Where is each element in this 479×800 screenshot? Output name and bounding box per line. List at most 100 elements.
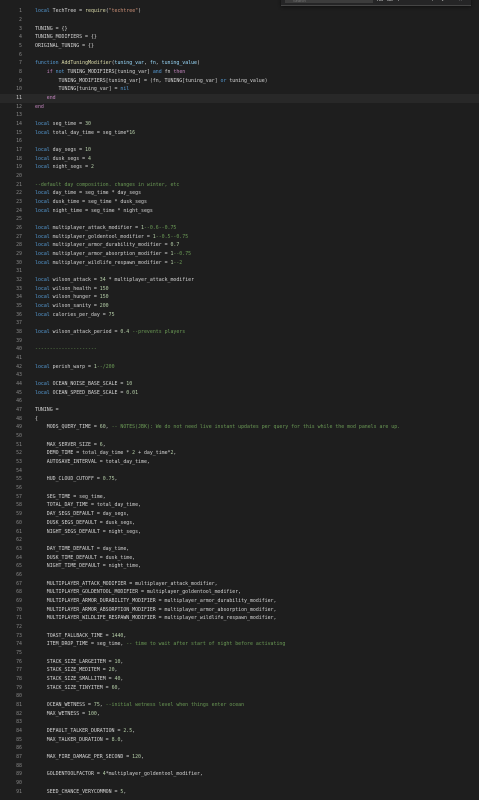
code-line[interactable]: 29 local multiplayer_armor_absorption_mod… bbox=[0, 250, 479, 259]
code-line[interactable]: 57 SEG_TIME = seg_time, bbox=[0, 493, 479, 502]
code-line[interactable]: 50 bbox=[0, 432, 479, 441]
code-line[interactable]: 60 DUSK_SEGS_DEFAULT = dusk_segs, bbox=[0, 519, 479, 528]
code-line[interactable]: 68 MULTIPLAYER_GOLDENTOOL_MODIFIER = mul… bbox=[0, 588, 479, 597]
code-line[interactable]: 24 local night_time = seg_time * night_se… bbox=[0, 207, 479, 216]
code-line[interactable]: 6 bbox=[0, 51, 479, 60]
code-line[interactable]: 47 TUNING = bbox=[0, 406, 479, 415]
code-line[interactable]: 87 MAX_FIRE_DAMAGE_PER_SECOND = 120, bbox=[0, 753, 479, 762]
code-line[interactable]: 17 local day_segs = 10 bbox=[0, 146, 479, 155]
find-widget[interactable]: Aa ab .* ↑ ↓ × bbox=[281, 0, 471, 6]
code-line[interactable]: 77 STACK_SIZE_MEDITEM = 20, bbox=[0, 666, 479, 675]
code-line[interactable]: 59 DAY_SEGS_DEFAULT = day_segs, bbox=[0, 510, 479, 519]
find-input[interactable] bbox=[285, 0, 373, 3]
code-lines[interactable]: 1 local TechTree = require("techtree") 2 3 T… bbox=[0, 7, 479, 796]
code-line[interactable]: 49 MODS_QUERY_TIME = 60, -- NOTES(JBK): … bbox=[0, 423, 479, 432]
code-line[interactable]: 85 MAX_TALKER_DURATION = 8.0, bbox=[0, 736, 479, 745]
code-line[interactable]: 35 local wilson_sanity = 200 bbox=[0, 302, 479, 311]
code-line[interactable]: 51 MAX_SERVER_SIZE = 6, bbox=[0, 441, 479, 450]
code-line[interactable]: 16 bbox=[0, 137, 479, 146]
code-line[interactable]: 91 SEED_CHANCE_VERYCOMMON = 5, bbox=[0, 788, 479, 797]
code-line[interactable]: 82 MAX_WETNESS = 100, bbox=[0, 710, 479, 719]
match-whole-word-icon[interactable]: ab bbox=[387, 0, 393, 3]
code-line[interactable]: 4 TUNING_MODIFIERS = {} bbox=[0, 33, 479, 42]
code-line[interactable]: 54 bbox=[0, 467, 479, 476]
code-line[interactable]: 39 bbox=[0, 337, 479, 346]
code-line[interactable]: 14 local seg_time = 30 bbox=[0, 120, 479, 129]
code-line[interactable]: 37 bbox=[0, 319, 479, 328]
code-line[interactable]: 33 local wilson_health = 150 bbox=[0, 285, 479, 294]
code-line[interactable]: 72 bbox=[0, 623, 479, 632]
code-line[interactable]: 52 DEMO_TIME = total_day_time * 2 + day_… bbox=[0, 449, 479, 458]
match-case-icon[interactable]: Aa bbox=[377, 0, 383, 3]
code-line[interactable]: 53 AUTOSAVE_INTERVAL = total_day_time, bbox=[0, 458, 479, 467]
code-line[interactable]: 42 local perish_warp = 1--/200 bbox=[0, 363, 479, 372]
code-line[interactable]: 64 DUSK_TIME_DEFAULT = dusk_time, bbox=[0, 554, 479, 563]
code-line[interactable]: 23 local dusk_time = seg_time * dusk_segs bbox=[0, 198, 479, 207]
code-line[interactable]: 81 OCEAN_WETNESS = 75, --initial wetness… bbox=[0, 701, 479, 710]
code-line[interactable]: 43 bbox=[0, 371, 479, 380]
code-line[interactable]: 15 local total_day_time = seg_time*16 bbox=[0, 129, 479, 138]
code-line[interactable]: 21 --default day composition. changes in … bbox=[0, 181, 479, 190]
code-line[interactable]: 67 MULTIPLAYER_ATTACK_MODIFIER = multipl… bbox=[0, 580, 479, 589]
code-line[interactable]: 86 bbox=[0, 744, 479, 753]
code-line[interactable]: 90 bbox=[0, 779, 479, 788]
code-line[interactable]: 63 DAY_TIME_DEFAULT = day_time, bbox=[0, 545, 479, 554]
code-line[interactable]: 88 bbox=[0, 762, 479, 771]
code-line[interactable]: 2 bbox=[0, 16, 479, 25]
code-line[interactable]: 48 { bbox=[0, 415, 479, 424]
code-line[interactable]: 28 local multiplayer_armor_durability_mod… bbox=[0, 241, 479, 250]
code-line[interactable]: 75 bbox=[0, 649, 479, 658]
code-line[interactable]: 20 bbox=[0, 172, 479, 181]
code-line[interactable]: 56 bbox=[0, 484, 479, 493]
next-match-icon[interactable]: ↓ bbox=[441, 0, 444, 3]
code-line[interactable]: 27 local multiplayer_goldentool_modifier … bbox=[0, 233, 479, 242]
code-line[interactable]: 34 local wilson_hunger = 150 bbox=[0, 293, 479, 302]
code-line[interactable]: 58 TOTAL_DAY_TIME = total_day_time, bbox=[0, 501, 479, 510]
code-line[interactable]: 65 NIGHT_TIME_DEFAULT = night_time, bbox=[0, 562, 479, 571]
code-line[interactable]: 22 local day_time = seg_time * day_segs bbox=[0, 189, 479, 198]
code-line[interactable]: 3 TUNING = {} bbox=[0, 25, 479, 34]
code-line[interactable]: 25 bbox=[0, 215, 479, 224]
code-line[interactable]: 36 local calories_per_day = 75 bbox=[0, 311, 479, 320]
code-line[interactable]: 40 --------------------- bbox=[0, 345, 479, 354]
code-line[interactable]: 89 GOLDENTOOLFACTOR = 4*multiplayer_gold… bbox=[0, 770, 479, 779]
previous-match-icon[interactable]: ↑ bbox=[431, 0, 434, 3]
code-line[interactable]: 70 MULTIPLAYER_ARMOR_ABSORPTION_MODIFIER… bbox=[0, 606, 479, 615]
code-line[interactable]: 76 STACK_SIZE_LARGEITEM = 10, bbox=[0, 658, 479, 667]
code-line[interactable]: 62 bbox=[0, 536, 479, 545]
code-line[interactable]: 18 local dusk_segs = 4 bbox=[0, 155, 479, 164]
code-line[interactable]: 7 function AddTuningModifier(tuning_var, … bbox=[0, 59, 479, 68]
code-line[interactable]: 11 end bbox=[0, 93, 479, 103]
code-line[interactable]: 73 TOAST_FALLBACK_TIME = 1440, bbox=[0, 632, 479, 641]
code-line[interactable]: 41 bbox=[0, 354, 479, 363]
code-line[interactable]: 66 bbox=[0, 571, 479, 580]
code-editor[interactable]: Aa ab .* ↑ ↓ × 1 local TechTree = require… bbox=[0, 0, 479, 800]
code-line[interactable]: 38 local wilson_attack_period = 0.4 --pre… bbox=[0, 328, 479, 337]
code-line[interactable]: 32 local wilson_attack = 34 * multiplayer… bbox=[0, 276, 479, 285]
regex-icon[interactable]: .* bbox=[397, 0, 403, 3]
code-line[interactable]: 8 if not TUNING_MODIFIERS[tuning_var] an… bbox=[0, 68, 479, 77]
code-line[interactable]: 12 end bbox=[0, 103, 479, 112]
code-line[interactable]: 79 STACK_SIZE_TINYITEM = 60, bbox=[0, 684, 479, 693]
code-line[interactable]: 74 ITEM_DROP_TIME = seg_time, -- time to… bbox=[0, 640, 479, 649]
code-line[interactable]: 78 STACK_SIZE_SMALLITEM = 40, bbox=[0, 675, 479, 684]
code-line[interactable]: 84 DEFAULT_TALKER_DURATION = 2.5, bbox=[0, 727, 479, 736]
code-line[interactable]: 13 bbox=[0, 111, 479, 120]
code-line[interactable]: 55 HUD_CLOUD_CUTOFF = 0.75, bbox=[0, 475, 479, 484]
code-line[interactable]: 44 local OCEAN_NOISE_BASE_SCALE = 10 bbox=[0, 380, 479, 389]
code-line[interactable]: 31 bbox=[0, 267, 479, 276]
code-line[interactable]: 1 local TechTree = require("techtree") bbox=[0, 7, 479, 16]
code-line[interactable]: 5 ORIGINAL_TUNING = {} bbox=[0, 42, 479, 51]
code-line[interactable]: 80 bbox=[0, 692, 479, 701]
code-line[interactable]: 9 TUNING_MODIFIERS[tuning_var] = (fn, TU… bbox=[0, 77, 479, 86]
code-line[interactable]: 61 NIGHT_SEGS_DEFAULT = night_segs, bbox=[0, 528, 479, 537]
code-line[interactable]: 46 bbox=[0, 397, 479, 406]
code-line[interactable]: 10 TUNING[tuning_var] = nil bbox=[0, 85, 479, 94]
close-icon[interactable]: × bbox=[459, 0, 462, 3]
code-line[interactable]: 83 bbox=[0, 718, 479, 727]
code-line[interactable]: 26 local multiplayer_attack_modifier = 1-… bbox=[0, 224, 479, 233]
code-line[interactable]: 45 local OCEAN_SPEED_BASE_SCALE = 0.01 bbox=[0, 389, 479, 398]
code-line[interactable]: 19 local night_segs = 2 bbox=[0, 163, 479, 172]
code-line[interactable]: 69 MULTIPLAYER_ARMOR_DURABILITY_MODIFIER… bbox=[0, 597, 479, 606]
code-line[interactable]: 30 local multiplayer_wildlife_respawn_mod… bbox=[0, 259, 479, 268]
